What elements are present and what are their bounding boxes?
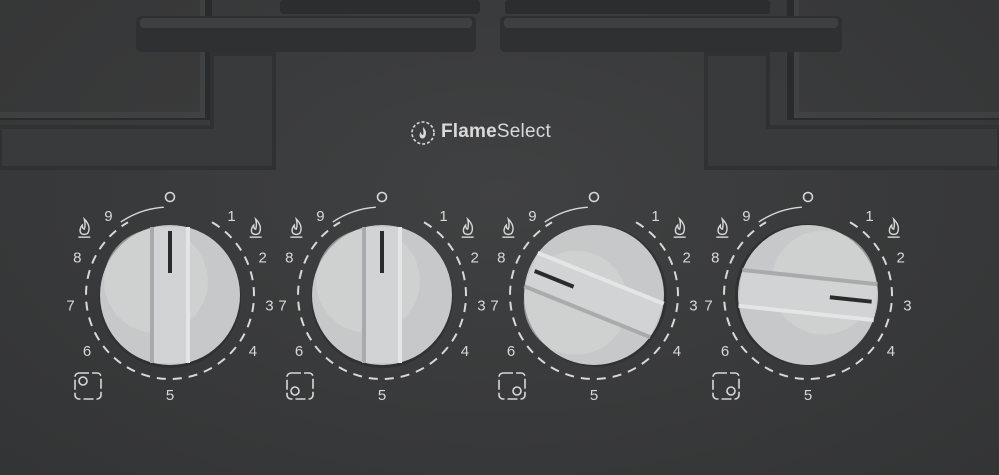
dial-number: 7 [490, 297, 498, 314]
dial-number: 4 [461, 343, 469, 360]
dial-number: 4 [249, 343, 257, 360]
off-position-mark [588, 191, 600, 203]
dial-number: 5 [804, 387, 812, 404]
dial-number: 8 [497, 250, 505, 267]
knob-pointer [168, 231, 172, 273]
dial-number: 5 [590, 387, 598, 404]
flame-dial-icon [411, 121, 435, 145]
dial-number: 6 [83, 343, 91, 360]
dial-number: 7 [278, 297, 286, 314]
control-knob[interactable] [99, 225, 241, 368]
brand-name-light: Select [496, 121, 551, 142]
dial-number: 8 [285, 250, 293, 267]
off-position-mark [802, 191, 814, 203]
dial-number: 1 [227, 208, 235, 225]
small-flame-icon [249, 216, 262, 238]
dial-number: 8 [73, 250, 81, 267]
dial-number: 6 [295, 343, 303, 360]
dial-number: 2 [897, 250, 905, 267]
off-position-mark [376, 191, 388, 203]
dial-number: 3 [689, 297, 697, 314]
burner-position-rear-right-icon [712, 372, 740, 400]
dial-number: 4 [887, 343, 895, 360]
large-flame-icon [716, 216, 729, 238]
knob-pointer [380, 231, 384, 273]
knob-unit-front-right: 9 1 2 3 4 5 6 7 8 [484, 180, 704, 410]
small-flame-icon [887, 216, 900, 238]
dial-number: 3 [903, 297, 911, 314]
dial-number: 9 [316, 208, 324, 225]
dial-number: 1 [439, 208, 447, 225]
dial-number: 6 [507, 343, 515, 360]
dial-number: 5 [378, 387, 386, 404]
control-knob[interactable] [728, 217, 885, 373]
dial-number: 8 [711, 250, 719, 267]
knob-unit-rear-right: 9 1 2 3 4 5 6 7 8 [698, 180, 918, 410]
dial-number: 9 [742, 208, 750, 225]
burner-position-front-right-icon [498, 372, 526, 400]
dial-number: 2 [683, 250, 691, 267]
dial-number: 4 [673, 343, 681, 360]
large-flame-icon [502, 216, 515, 238]
large-flame-icon [78, 216, 91, 238]
dial-number: 9 [528, 208, 536, 225]
dial-number: 5 [166, 387, 174, 404]
control-knob[interactable] [503, 203, 689, 388]
burner-position-front-left-icon [286, 372, 314, 400]
cooktop-panel: FlameSelect 9123456789123456789123456789… [0, 0, 999, 475]
small-flame-icon [461, 216, 474, 238]
flameselect-logo: FlameSelect [408, 112, 551, 152]
small-flame-icon [673, 216, 686, 238]
dial-number: 1 [651, 208, 659, 225]
dial-number: 2 [259, 250, 267, 267]
off-position-mark [164, 191, 176, 203]
dial-number: 6 [721, 343, 729, 360]
brand-name-bold: Flame [441, 121, 497, 142]
burner-position-rear-left-icon [74, 372, 102, 400]
dial-number: 9 [104, 208, 112, 225]
knob-unit-rear-left: 912345678 [60, 180, 280, 410]
dial-number: 1 [865, 208, 873, 225]
dial-number: 7 [704, 297, 712, 314]
dial-number: 7 [66, 297, 74, 314]
knob-unit-front-left: 912345678 [272, 180, 492, 410]
control-knob[interactable] [311, 225, 453, 368]
dial-number: 2 [471, 250, 479, 267]
large-flame-icon [290, 216, 303, 238]
